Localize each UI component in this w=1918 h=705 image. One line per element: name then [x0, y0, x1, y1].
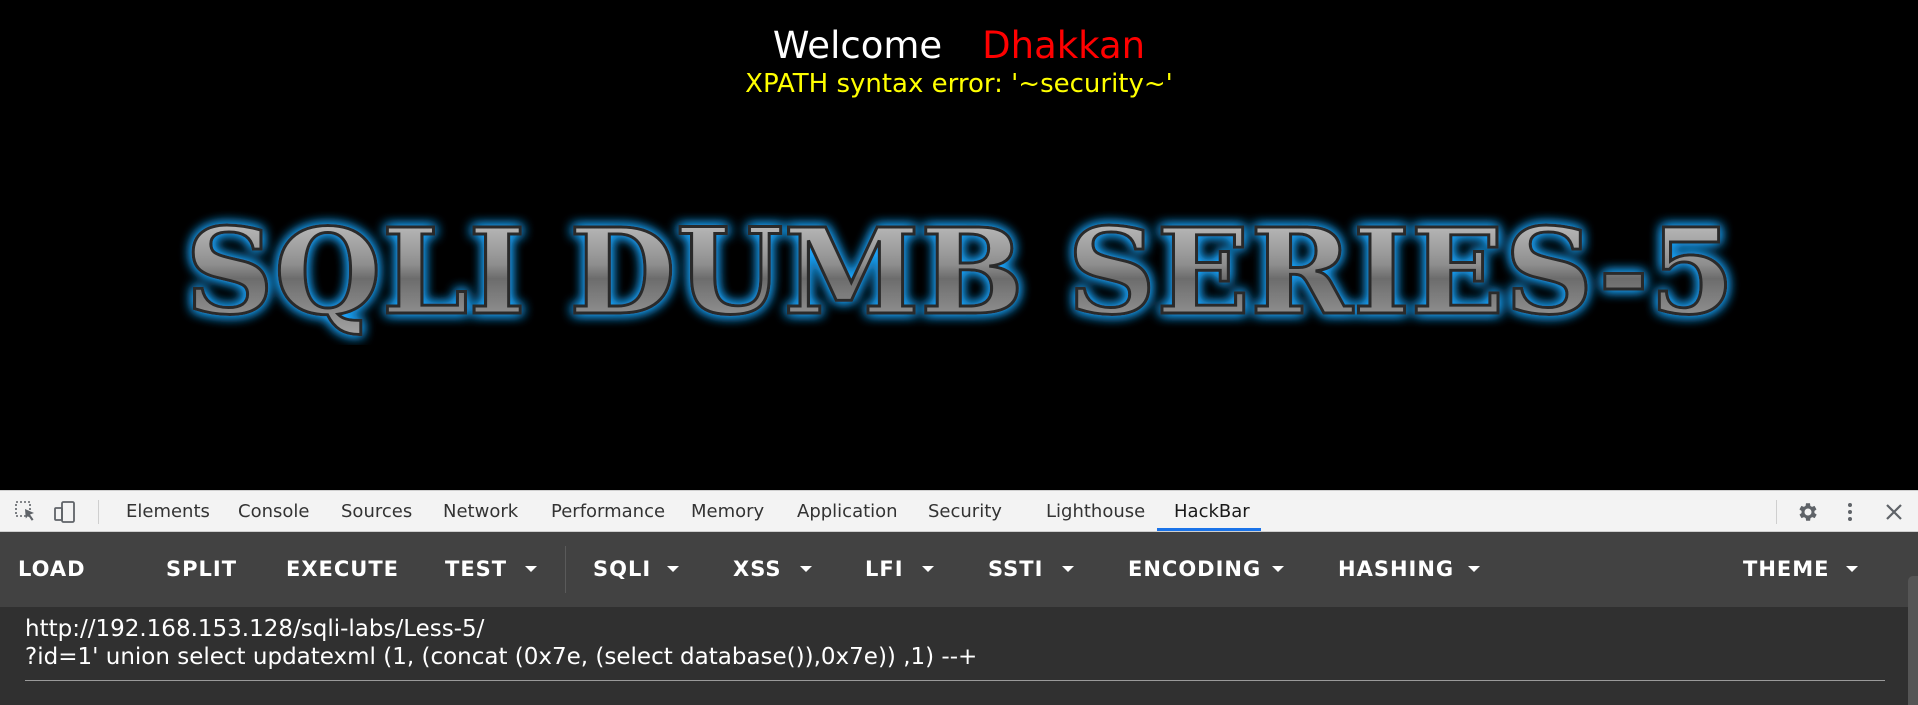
hackbar-toolbar: LOAD SPLIT EXECUTE TEST SQLI XSS LFI SST…	[0, 532, 1918, 607]
settings-gear-icon[interactable]	[1795, 500, 1819, 524]
tab-console[interactable]: Console	[238, 491, 309, 531]
sqli-menu-button[interactable]: SQLI	[593, 532, 651, 607]
chevron-down-icon	[800, 566, 812, 572]
tab-sources[interactable]: Sources	[341, 491, 412, 531]
chevron-down-icon	[1062, 566, 1074, 572]
theme-menu-button[interactable]: THEME	[1743, 532, 1830, 607]
tab-hackbar[interactable]: HackBar	[1174, 491, 1250, 531]
user-name: Dhakkan	[982, 24, 1146, 67]
url-line-1: http://192.168.153.128/sqli-labs/Less-5/	[25, 616, 485, 642]
tab-application[interactable]: Application	[797, 491, 898, 531]
url-input[interactable]: http://192.168.153.128/sqli-labs/Less-5/…	[25, 615, 1885, 671]
chevron-down-icon	[667, 566, 679, 572]
toolbar-divider	[565, 546, 566, 593]
device-toolbar-icon[interactable]	[53, 500, 77, 524]
chevron-down-icon	[525, 566, 537, 572]
toolbar-divider	[1776, 500, 1777, 524]
split-button[interactable]: SPLIT	[166, 532, 237, 607]
load-button[interactable]: LOAD	[18, 532, 86, 607]
tab-network[interactable]: Network	[443, 491, 518, 531]
banner-text: SQLI DUMB SERIES-5	[185, 202, 1735, 341]
more-options-icon[interactable]	[1838, 500, 1862, 524]
welcome-label: Welcome	[772, 24, 943, 67]
chevron-down-icon	[922, 566, 934, 572]
active-tab-indicator	[1157, 528, 1261, 531]
tab-security[interactable]: Security	[928, 491, 1002, 531]
test-menu-button[interactable]: TEST	[445, 532, 507, 607]
inspect-element-icon[interactable]	[14, 500, 38, 524]
page-viewport: Welcome Dhakkan XPATH syntax error: '~sec…	[0, 0, 1918, 490]
error-message: XPATH syntax error: '~security~'	[745, 69, 1173, 99]
ssti-menu-button[interactable]: SSTI	[988, 532, 1043, 607]
tab-elements[interactable]: Elements	[126, 491, 210, 531]
hackbar-panel: LOAD SPLIT EXECUTE TEST SQLI XSS LFI SST…	[0, 532, 1918, 705]
xss-menu-button[interactable]: XSS	[733, 532, 782, 607]
devtools-tab-bar: Elements Console Sources Network Perform…	[0, 490, 1918, 532]
url-line-2: ?id=1' union select updatexml (1, (conca…	[25, 644, 978, 670]
tab-memory[interactable]: Memory	[691, 491, 764, 531]
tab-lighthouse[interactable]: Lighthouse	[1046, 491, 1145, 531]
execute-button[interactable]: EXECUTE	[286, 532, 399, 607]
encoding-menu-button[interactable]: ENCODING	[1128, 532, 1261, 607]
lfi-menu-button[interactable]: LFI	[865, 532, 904, 607]
chevron-down-icon	[1272, 566, 1284, 572]
welcome-line: Welcome Dhakkan	[0, 24, 1918, 68]
scrollbar[interactable]	[1908, 576, 1918, 705]
sqli-banner-logo: SQLI DUMB SERIES-5	[175, 195, 1745, 345]
chevron-down-icon	[1846, 566, 1858, 572]
url-input-underline	[25, 680, 1885, 681]
toolbar-divider	[98, 500, 99, 524]
hashing-menu-button[interactable]: HASHING	[1338, 532, 1454, 607]
tab-performance[interactable]: Performance	[551, 491, 665, 531]
chevron-down-icon	[1468, 566, 1480, 572]
close-icon[interactable]	[1882, 500, 1906, 524]
